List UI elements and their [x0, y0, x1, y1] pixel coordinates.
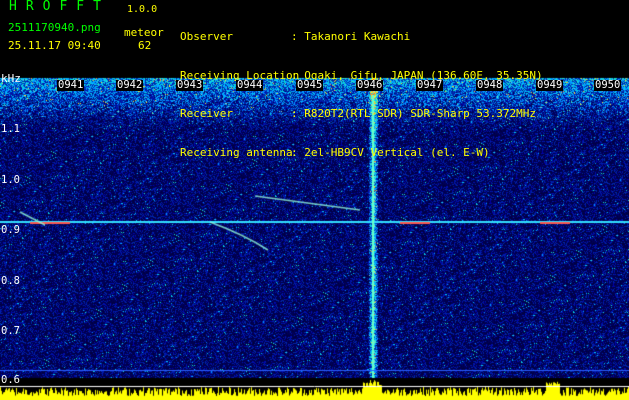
station-info-values: : Takanori Kawachi : Ogaki, Gifu, JAPAN …	[291, 4, 543, 184]
app-title: HROFFT	[9, 0, 110, 14]
x-tick-label: 0943	[176, 79, 204, 91]
receiver-value: : R820T2(RTL-SDR) SDR-Sharp 53.372MHz	[291, 107, 537, 120]
y-axis-unit: kHz	[1, 72, 21, 85]
receiving-antenna-value: : 2el-HB9CV Vertical (el. E-W)	[291, 145, 490, 159]
capture-datetime: 25.11.17 09:40	[8, 39, 101, 52]
station-info-labels: Observer Receiving Location Receiver Rec…	[180, 4, 299, 184]
observer-label: Observer	[180, 30, 233, 43]
file-name: 2511170940.png	[8, 21, 101, 34]
x-tick-label: 0941	[57, 79, 85, 91]
y-tick-label: 0.7	[1, 325, 20, 337]
receiver-label: Receiver	[180, 107, 233, 120]
y-tick-label: 0.6	[1, 374, 20, 386]
x-tick-label: 0947	[416, 79, 444, 91]
y-tick-label: 1.0	[1, 174, 20, 186]
meteor-count: 62	[138, 39, 152, 52]
receiving-antenna-label: Receiving antenna	[180, 145, 293, 159]
x-tick-label: 0945	[296, 79, 324, 91]
hrofft-screen: HROFFT 1.0.0 2511170940.png 25.11.17 09:…	[0, 0, 629, 400]
x-tick-label: 0950	[594, 79, 622, 91]
y-tick-label: 1.1	[1, 123, 20, 135]
x-tick-label: 0942	[116, 79, 144, 91]
y-tick-label: 0.8	[1, 275, 20, 287]
app-version: 1.0.0	[127, 4, 158, 15]
x-tick-label: 0944	[236, 79, 264, 91]
x-tick-label: 0949	[536, 79, 564, 91]
meteor-label: meteor	[124, 26, 164, 39]
x-tick-label: 0946	[356, 79, 384, 91]
y-tick-label: 0.9	[1, 224, 20, 236]
observer-value: : Takanori Kawachi	[291, 30, 411, 43]
x-tick-label: 0948	[476, 79, 504, 91]
